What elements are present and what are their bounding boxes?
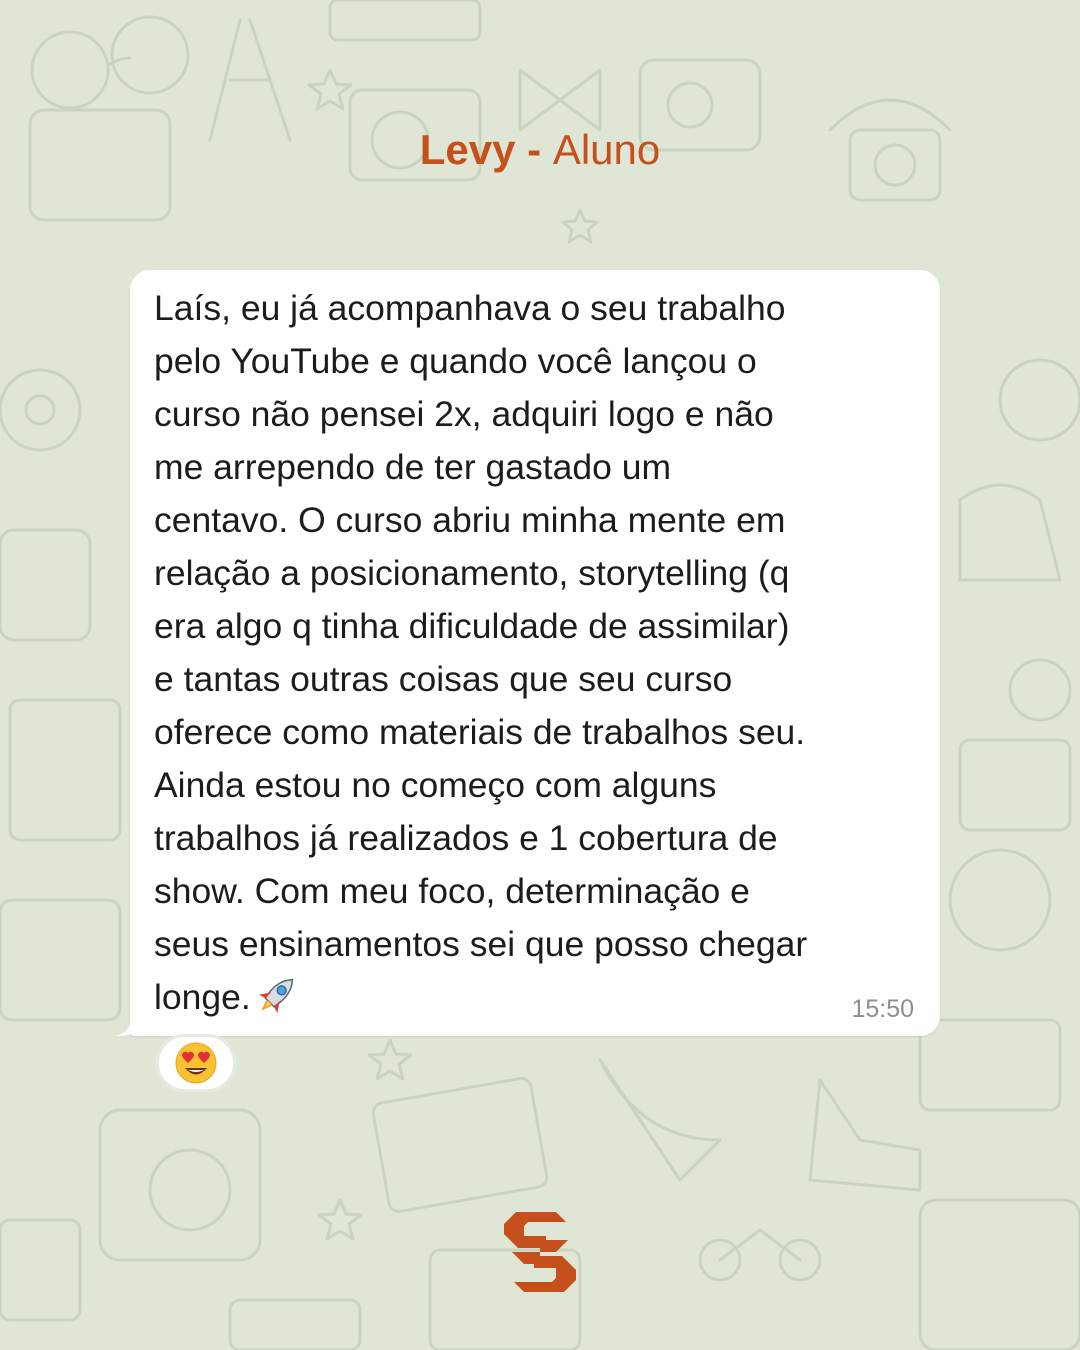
message-bubble[interactable]: Laís, eu já acompanhava o seu trabalho p…	[130, 270, 940, 1036]
student-name: Levy	[419, 126, 516, 173]
rocket-icon	[258, 978, 293, 1013]
message-text: Laís, eu já acompanhava o seu trabalho p…	[154, 282, 924, 1024]
heart-eyes-emoji-icon	[175, 1042, 217, 1084]
brand-logo-icon	[504, 1212, 576, 1292]
reaction-badge[interactable]	[156, 1034, 236, 1092]
page-title: Levy - Aluno	[0, 124, 1080, 176]
message-body: Laís, eu já acompanhava o seu trabalho p…	[154, 288, 808, 1017]
title-separator: -	[515, 126, 553, 173]
message-timestamp: 15:50	[851, 995, 914, 1023]
student-role: Aluno	[552, 126, 661, 173]
